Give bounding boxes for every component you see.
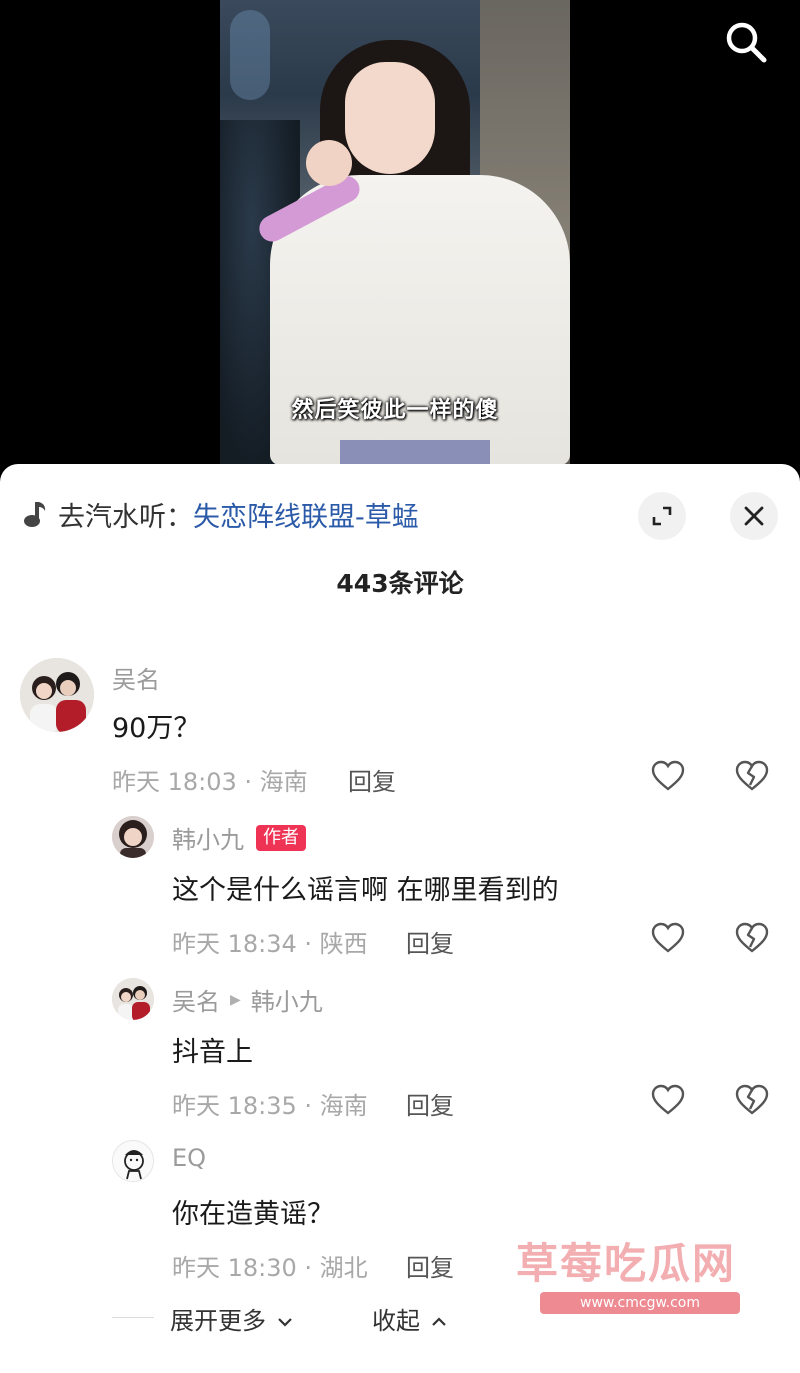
watermark-url: www.cmcgw.com <box>540 1292 740 1314</box>
reply-button[interactable]: 回复 <box>406 1086 454 1121</box>
reply-button[interactable]: 回复 <box>348 762 396 797</box>
music-song-link[interactable]: 失恋阵线联盟-草蜢 <box>193 495 419 534</box>
avatar-photo <box>113 1141 153 1181</box>
reply-text: 这个是什么谣言啊 在哪里看到的 <box>172 875 559 906</box>
reply-text: 抖音上 <box>172 1037 253 1068</box>
reply-username[interactable]: 吴名 ▶ 韩小九 <box>172 982 323 1017</box>
like-button[interactable] <box>650 1082 686 1118</box>
video-subtitle: 然后笑彼此一样的傻 <box>291 398 499 423</box>
dislike-button[interactable] <box>734 1082 770 1118</box>
dislike-button[interactable] <box>734 920 770 956</box>
video-player[interactable]: 然后笑彼此一样的傻 <box>0 0 800 470</box>
reply-username-text: 韩小九 <box>172 826 244 854</box>
reply-button[interactable]: 回复 <box>406 924 454 959</box>
chevron-down-icon <box>277 1318 292 1327</box>
expand-icon <box>652 506 672 526</box>
singer-hand <box>306 140 352 186</box>
heart-icon <box>651 760 685 791</box>
reply-arrow-icon: ▶ <box>230 991 241 1008</box>
music-prefix: 去汽水听： <box>58 501 193 533</box>
singer-face <box>345 62 435 174</box>
heart-icon <box>651 922 685 953</box>
reply-meta: 昨天 18:34 · 陕西 <box>172 930 368 958</box>
comment-count: 443条评论 <box>336 569 464 598</box>
avatar-photo <box>20 658 94 732</box>
avatar-photo <box>112 978 154 1020</box>
heart-icon <box>651 1084 685 1115</box>
author-badge: 作者 <box>256 824 306 851</box>
expand-more-button[interactable]: 展开更多 <box>170 1301 294 1336</box>
avatar[interactable] <box>20 658 94 732</box>
collapse-button[interactable]: 收起 <box>372 1301 448 1336</box>
expand-more-label: 展开更多 <box>170 1307 266 1335</box>
reply-target-username: 韩小九 <box>250 988 323 1016</box>
close-icon <box>744 506 764 526</box>
expand-button[interactable] <box>638 492 686 540</box>
broken-heart-icon <box>735 1084 769 1115</box>
like-button[interactable] <box>650 920 686 956</box>
comment-sheet: 去汽水听： 失恋阵线联盟-草蜢 443条评论 吴名 90万？ 昨天 18:03 … <box>0 464 800 1373</box>
collapse-label: 收起 <box>372 1307 420 1335</box>
watermark: 草莓吃瓜网 www.cmcgw.com <box>454 1226 794 1324</box>
avatar[interactable] <box>112 1140 154 1182</box>
like-button[interactable] <box>650 758 686 794</box>
comment-username[interactable]: 吴名 <box>112 660 160 695</box>
dislike-button[interactable] <box>734 758 770 794</box>
watermark-title: 草莓吃瓜网 <box>516 1239 737 1288</box>
reply-text: 你在造黄谣？ <box>172 1199 334 1230</box>
comment-text: 90万？ <box>112 713 201 744</box>
reply-button[interactable]: 回复 <box>406 1248 454 1283</box>
music-bar[interactable]: 去汽水听： 失恋阵线联盟-草蜢 <box>22 494 419 534</box>
chevron-up-icon <box>431 1317 446 1326</box>
search-button[interactable] <box>722 18 768 64</box>
reply-meta: 昨天 18:30 · 湖北 <box>172 1254 368 1282</box>
video-frame: 然后笑彼此一样的傻 <box>220 0 570 470</box>
comment-meta: 昨天 18:03 · 海南 <box>112 768 308 796</box>
reply-username[interactable]: 韩小九 作者 <box>172 820 306 855</box>
avatar-photo <box>112 816 154 858</box>
stage-light <box>230 10 270 100</box>
broken-heart-icon <box>735 760 769 791</box>
close-button[interactable] <box>730 492 778 540</box>
avatar[interactable] <box>112 978 154 1020</box>
broken-heart-icon <box>735 922 769 953</box>
avatar[interactable] <box>112 816 154 858</box>
reply-username-text: 吴名 <box>172 988 220 1016</box>
reply-meta: 昨天 18:35 · 海南 <box>172 1092 368 1120</box>
music-note-icon <box>24 502 46 527</box>
divider <box>112 1317 154 1318</box>
reply-username[interactable]: EQ <box>172 1144 206 1172</box>
search-icon <box>726 22 767 63</box>
